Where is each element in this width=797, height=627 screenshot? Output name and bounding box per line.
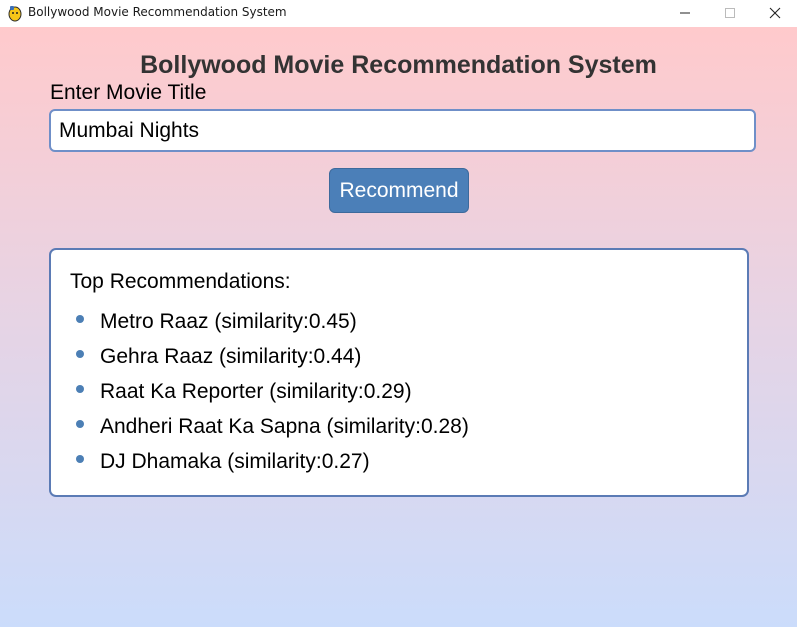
recommendation-text: Raat Ka Reporter (similarity:0.29) [100, 380, 412, 403]
bullet-icon [76, 420, 84, 428]
recommendation-text: DJ Dhamaka (similarity:0.27) [100, 450, 370, 473]
list-item: Metro Raaz (similarity:0.45) [51, 310, 747, 345]
bullet-icon [76, 385, 84, 393]
window-title: Bollywood Movie Recommendation System [28, 5, 287, 19]
recommendation-text: Metro Raaz (similarity:0.45) [100, 310, 357, 333]
recommendations-list: Metro Raaz (similarity:0.45) Gehra Raaz … [51, 310, 747, 485]
minimize-icon [680, 12, 690, 14]
maximize-icon [725, 8, 735, 18]
list-item: Raat Ka Reporter (similarity:0.29) [51, 380, 747, 415]
bullet-icon [76, 350, 84, 358]
recommendations-heading: Top Recommendations: [70, 270, 291, 293]
movie-title-input[interactable] [49, 109, 756, 152]
bullet-icon [76, 455, 84, 463]
close-icon [769, 7, 781, 19]
recommendation-text: Gehra Raaz (similarity:0.44) [100, 345, 362, 368]
maximize-button[interactable] [707, 0, 753, 26]
close-button[interactable] [752, 0, 797, 26]
list-item: DJ Dhamaka (similarity:0.27) [51, 450, 747, 485]
list-item: Gehra Raaz (similarity:0.44) [51, 345, 747, 380]
app-title: Bollywood Movie Recommendation System [140, 51, 657, 79]
python-icon [8, 6, 22, 22]
recommendation-text: Andheri Raat Ka Sapna (similarity:0.28) [100, 415, 469, 438]
movie-title-label: Enter Movie Title [50, 81, 207, 104]
app-window-body: Bollywood Movie Recommendation System En… [0, 27, 797, 627]
bullet-icon [76, 315, 84, 323]
window-titlebar: Bollywood Movie Recommendation System [0, 0, 797, 26]
minimize-button[interactable] [662, 0, 708, 26]
recommendations-panel: Top Recommendations: Metro Raaz (similar… [49, 248, 749, 497]
list-item: Andheri Raat Ka Sapna (similarity:0.28) [51, 415, 747, 450]
recommend-button[interactable]: Recommend [329, 168, 469, 213]
